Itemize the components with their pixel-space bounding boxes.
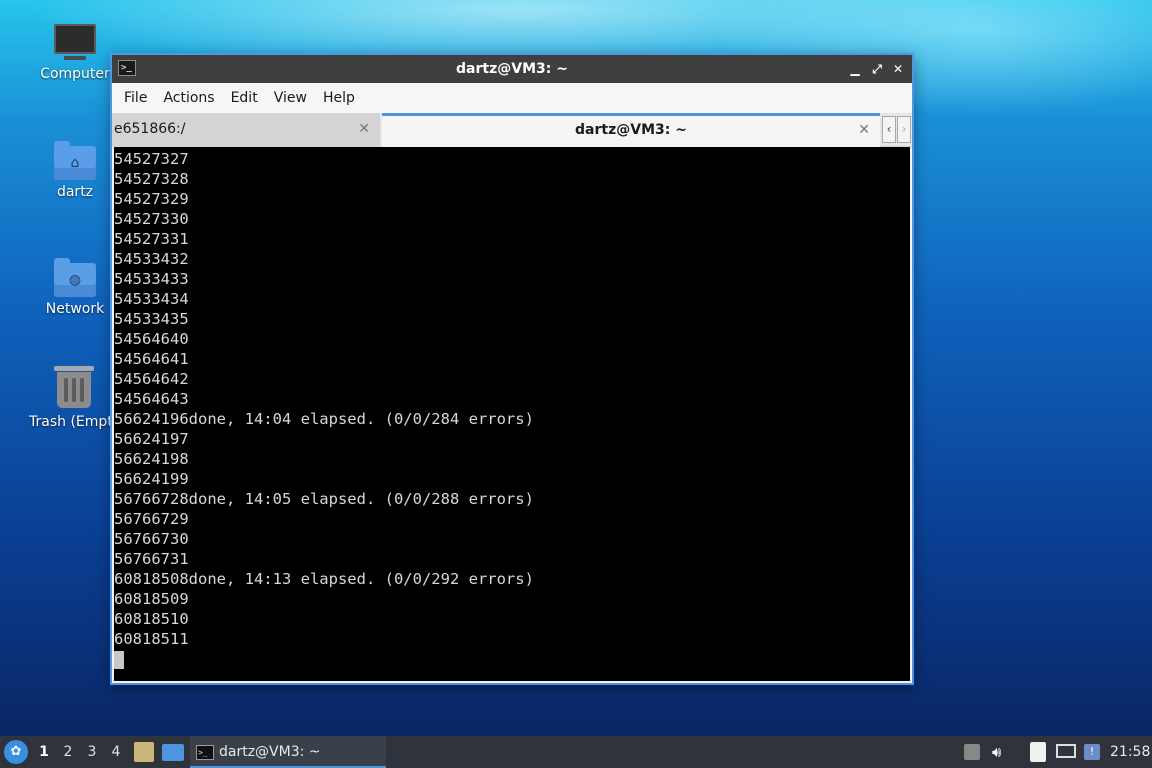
- terminal-line: 54533434: [114, 290, 189, 308]
- tab-label: e651866:/: [114, 121, 186, 137]
- terminal-line: 54533432: [114, 250, 189, 268]
- menu-view[interactable]: View: [266, 90, 315, 106]
- workspace-1[interactable]: 1: [32, 736, 56, 768]
- desktop-icon-label: Trash (Empty): [29, 414, 111, 430]
- volume-icon[interactable]: 🔊︎: [992, 744, 1012, 760]
- menu-bar: File Actions Edit View Help: [112, 83, 912, 113]
- updates-icon[interactable]: [964, 744, 980, 760]
- tabs-scroll-left-button[interactable]: ‹: [882, 116, 896, 143]
- minimize-button[interactable]: ▁: [844, 55, 866, 83]
- tab-dartz-vm3[interactable]: dartz@VM3: ~ ✕: [382, 113, 880, 147]
- trash-icon: [54, 366, 94, 408]
- terminal-line: 60818509: [114, 590, 189, 608]
- tabs-scroll-right-button[interactable]: ›: [897, 116, 911, 143]
- window-title: dartz@VM3: ~: [456, 61, 568, 77]
- terminal-line: 56766729: [114, 510, 189, 528]
- terminal-line: 54533433: [114, 270, 189, 288]
- terminal-line: 60818511: [114, 630, 189, 648]
- network-status-icon[interactable]: [1056, 744, 1076, 758]
- terminal-cursor: [114, 650, 124, 669]
- menu-help[interactable]: Help: [315, 90, 363, 106]
- taskbar-window-label: dartz@VM3: ~: [219, 744, 321, 760]
- terminal-line: 56766728done, 14:05 elapsed. (0/0/288 er…: [114, 490, 534, 508]
- terminal-line: 54564642: [114, 370, 189, 388]
- workspace-3[interactable]: 3: [80, 736, 104, 768]
- workspace-2[interactable]: 2: [56, 736, 80, 768]
- show-desktop-icon[interactable]: [162, 744, 184, 761]
- file-manager-launcher-icon[interactable]: [134, 742, 154, 762]
- terminal-line: 54527328: [114, 170, 189, 188]
- terminal-line: 56624197: [114, 430, 189, 448]
- terminal-line: 56766730: [114, 530, 189, 548]
- tab-e651866[interactable]: e651866:/ ✕: [112, 113, 380, 147]
- tab-label: dartz@VM3: ~: [575, 122, 687, 138]
- network-folder-icon: ◍: [54, 258, 96, 297]
- menu-file[interactable]: File: [116, 90, 155, 106]
- computer-icon: [54, 24, 96, 60]
- tab-close-icon[interactable]: ✕: [358, 113, 370, 145]
- terminal-line: 54564643: [114, 390, 189, 408]
- tab-close-icon[interactable]: ✕: [858, 116, 870, 144]
- terminal-line: 54527331: [114, 230, 189, 248]
- terminal-line: 54533435: [114, 310, 189, 328]
- terminal-line: 54564640: [114, 330, 189, 348]
- terminal-line: 60818508done, 14:13 elapsed. (0/0/292 er…: [114, 570, 534, 588]
- terminal-icon: >_: [196, 744, 214, 760]
- app-menu-button[interactable]: ✿: [4, 740, 28, 764]
- terminal-line: 56624199: [114, 470, 189, 488]
- app-menu-icon: ✿: [10, 744, 22, 759]
- terminal-line: 56624196done, 14:04 elapsed. (0/0/284 er…: [114, 410, 534, 428]
- terminal-line: 60818510: [114, 610, 189, 628]
- workspace-4[interactable]: 4: [104, 736, 128, 768]
- taskbar-window-button[interactable]: >_ dartz@VM3: ~: [190, 736, 386, 768]
- terminal-line: 56624198: [114, 450, 189, 468]
- terminal-line: 54564641: [114, 350, 189, 368]
- tab-bar: e651866:/ ✕ dartz@VM3: ~ ✕ ‹ ›: [112, 113, 912, 147]
- terminal-window: >_ dartz@VM3: ~ ▁ ⤢ ✕ File Actions Edit …: [110, 53, 914, 685]
- notification-icon[interactable]: !: [1084, 744, 1100, 760]
- window-titlebar[interactable]: >_ dartz@VM3: ~ ▁ ⤢ ✕: [112, 55, 912, 83]
- maximize-button[interactable]: ⤢: [866, 55, 888, 83]
- menu-edit[interactable]: Edit: [223, 90, 266, 106]
- terminal-output[interactable]: 54527327 54527328 54527329 54527330 54527331…: [114, 147, 910, 681]
- terminal-line: 56766731: [114, 550, 189, 568]
- clock[interactable]: 21:58: [1110, 736, 1150, 768]
- desktop-icon-trash[interactable]: Trash (Empty): [25, 366, 111, 430]
- clipboard-icon[interactable]: [1030, 742, 1046, 762]
- terminal-line: 54527329: [114, 190, 189, 208]
- terminal-line: 54527327: [114, 150, 189, 168]
- menu-actions[interactable]: Actions: [155, 90, 222, 106]
- close-button[interactable]: ✕: [887, 55, 909, 83]
- home-folder-icon: ⌂: [54, 141, 96, 180]
- taskbar: ✿ 1 2 3 4 >_ dartz@VM3: ~ 🔊︎ ! 21:58: [0, 736, 1152, 768]
- terminal-line: 54527330: [114, 210, 189, 228]
